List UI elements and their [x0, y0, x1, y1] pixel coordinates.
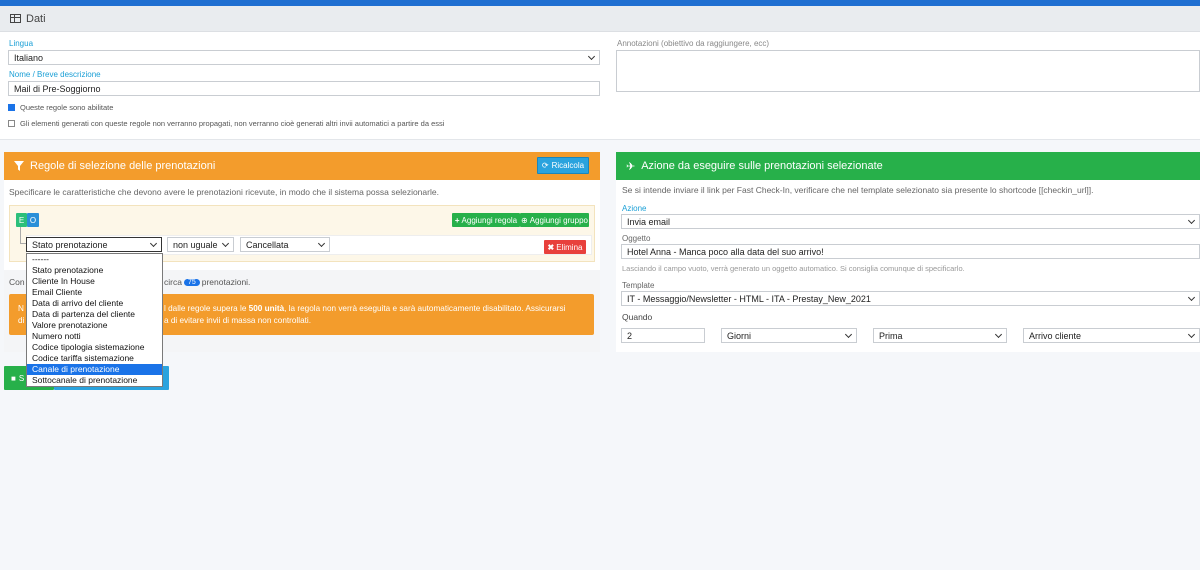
oggetto-hint: Lasciando il campo vuoto, verrà generato…: [622, 264, 965, 273]
regole-description: Specificare le caratteristiche che devon…: [9, 187, 439, 197]
lingua-value: Italiano: [14, 52, 44, 63]
dropdown-option[interactable]: Codice tipologia sistemazione: [27, 342, 162, 353]
dati-title: Dati: [26, 12, 46, 25]
oggetto-label: Oggetto: [622, 234, 651, 243]
filter-icon: [14, 161, 24, 171]
nome-input[interactable]: Mail di Pre-Soggiorno: [8, 81, 600, 96]
count-line: circa 75 prenotazioni.: [164, 277, 250, 287]
refresh-icon: ⟳: [541, 161, 549, 170]
dropdown-option[interactable]: Cliente In House: [27, 276, 162, 287]
table-icon: [10, 14, 21, 23]
rule-value-value: Cancellata: [246, 239, 289, 250]
quando-when-select[interactable]: Prima: [873, 328, 1007, 343]
regole-title: Regole di selezione delle prenotazioni: [30, 160, 216, 172]
azione-select[interactable]: Invia email: [621, 214, 1200, 229]
elimina-label: Elimina: [556, 242, 583, 252]
aggiungi-gruppo-label: Aggiungi gruppo: [529, 215, 588, 225]
aggiungi-regola-label: Aggiungi regola: [461, 215, 518, 225]
azione-label: Azione: [622, 204, 647, 213]
propagate-checkbox-label: Gli elementi generati con queste regole …: [20, 119, 445, 128]
warning-line2-start: di: [18, 316, 25, 325]
lingua-label: Lingua: [9, 39, 34, 48]
chevron-down-icon: [587, 52, 596, 60]
dropdown-option[interactable]: Numero notti: [27, 331, 162, 342]
azione-title: Azione da eseguire sulle prenotazioni se…: [641, 160, 883, 172]
template-select[interactable]: IT - Messaggio/Newsletter - HTML - ITA -…: [621, 291, 1200, 306]
quando-label: Quando: [622, 312, 653, 322]
quando-ref-value: Arrivo cliente: [1029, 330, 1082, 341]
dropdown-option[interactable]: Valore prenotazione: [27, 320, 162, 331]
or-toggle[interactable]: O: [27, 213, 39, 227]
count-mid: circa: [164, 277, 182, 287]
count-badge: 75: [183, 278, 200, 286]
close-icon: ✖: [547, 242, 555, 252]
and-toggle[interactable]: E: [16, 213, 27, 227]
dropdown-option[interactable]: Stato prenotazione: [27, 265, 162, 276]
propagate-checkbox[interactable]: [8, 120, 15, 127]
oggetto-input[interactable]: Hotel Anna - Manca poco alla data del su…: [621, 244, 1200, 259]
dropdown-option[interactable]: Canale di prenotazione: [27, 364, 162, 375]
nome-label: Nome / Breve descrizione: [9, 70, 101, 79]
dropdown-option[interactable]: Data di arrivo del cliente: [27, 298, 162, 309]
aggiungi-gruppo-button[interactable]: ⊕ Aggiungi gruppo: [520, 213, 589, 227]
ricalcola-button[interactable]: ⟳ Ricalcola: [537, 157, 589, 174]
rule-operator-value: non uguale: [173, 239, 218, 250]
plane-icon: ✈: [626, 160, 636, 173]
enabled-checkbox-row[interactable]: Queste regole sono abilitate: [8, 103, 113, 112]
chevron-down-icon: [844, 330, 853, 338]
annotazioni-textarea[interactable]: [616, 50, 1200, 92]
save-label: S: [18, 373, 25, 383]
quando-when-value: Prima: [879, 330, 903, 341]
dropdown-option[interactable]: ------: [27, 254, 162, 265]
warning-line1-main: l dalle regole supera le: [164, 304, 247, 313]
chevron-down-icon: [221, 239, 230, 247]
quando-unit-value: Giorni: [727, 330, 752, 341]
chevron-down-icon: [1187, 330, 1196, 338]
enabled-checkbox[interactable]: [8, 104, 15, 111]
quando-number-input[interactable]: 2: [621, 328, 705, 343]
warning-threshold: 500 unità: [248, 304, 285, 313]
aggiungi-regola-button[interactable]: + Aggiungi regola: [452, 213, 520, 227]
rule-value-select[interactable]: Cancellata: [240, 237, 330, 252]
floppy-icon: ■: [11, 373, 16, 383]
ricalcola-label: Ricalcola: [551, 161, 585, 170]
rule-field-dropdown[interactable]: ------ Stato prenotazione Cliente In House…: [26, 253, 163, 387]
chevron-down-icon: [149, 239, 158, 247]
chevron-down-icon: [1187, 216, 1196, 224]
rule-operator-select[interactable]: non uguale: [167, 237, 234, 252]
dropdown-option[interactable]: Sottocanale di prenotazione: [27, 375, 162, 386]
warning-line1-start: N: [18, 304, 24, 313]
warning-line1-end: , la regola non verrà eseguita e sarà au…: [284, 304, 566, 313]
chevron-down-icon: [1187, 293, 1196, 301]
dati-section-header: Dati: [0, 6, 1200, 32]
template-value: IT - Messaggio/Newsletter - HTML - ITA -…: [627, 293, 871, 304]
plus-icon: +: [454, 215, 460, 225]
lingua-select[interactable]: Italiano: [8, 50, 600, 65]
regole-panel-header: Regole di selezione delle prenotazioni: [4, 152, 600, 180]
plus-circle-icon: ⊕: [521, 215, 528, 225]
elimina-button[interactable]: ✖ Elimina: [544, 240, 586, 254]
azione-description: Se si intende inviare il link per Fast C…: [622, 185, 1094, 195]
rule-field-value: Stato prenotazione: [32, 239, 108, 250]
azione-panel-header: ✈ Azione da eseguire sulle prenotazioni …: [616, 152, 1200, 180]
count-prefix: Con: [9, 277, 25, 287]
chevron-down-icon: [994, 330, 1003, 338]
warning-line1: l dalle regole supera le 500 unità, la r…: [164, 304, 565, 313]
dropdown-option[interactable]: Email Cliente: [27, 287, 162, 298]
propagate-checkbox-row[interactable]: Gli elementi generati con queste regole …: [8, 119, 444, 128]
quando-ref-select[interactable]: Arrivo cliente: [1023, 328, 1200, 343]
count-suffix: prenotazioni.: [201, 277, 251, 287]
annotazioni-label: Annotazioni (obiettivo da raggiungere, e…: [617, 39, 770, 48]
azione-value: Invia email: [627, 216, 671, 227]
chevron-down-icon: [317, 239, 326, 247]
dropdown-option[interactable]: Data di partenza del cliente: [27, 309, 162, 320]
dati-section-body: Lingua Italiano Nome / Breve descrizione…: [0, 32, 1200, 140]
quando-unit-select[interactable]: Giorni: [721, 328, 857, 343]
dropdown-option[interactable]: Codice tariffa sistemazione: [27, 353, 162, 364]
enabled-checkbox-label: Queste regole sono abilitate: [20, 103, 114, 112]
warning-line2-main: a di evitare invii di massa non controll…: [164, 316, 311, 325]
template-label: Template: [622, 281, 655, 290]
rule-field-select[interactable]: Stato prenotazione: [26, 237, 162, 252]
